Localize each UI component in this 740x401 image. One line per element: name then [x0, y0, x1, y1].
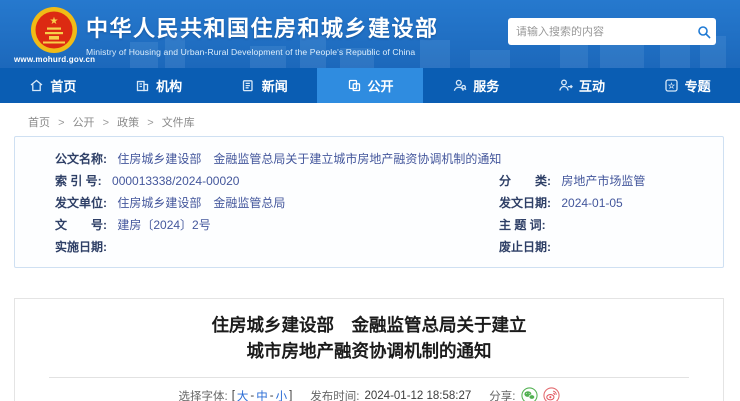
interaction-icon	[558, 78, 573, 93]
publish-time-value: 2024-01-12 18:58:27	[364, 389, 472, 401]
font-size-separator: -	[250, 389, 255, 401]
breadcrumb-disclosure[interactable]: 公开	[73, 117, 95, 129]
service-icon	[452, 78, 467, 93]
meta-label: 发文日期:	[499, 196, 551, 210]
nav-item-news[interactable]: 新闻	[211, 68, 317, 103]
search-input[interactable]	[508, 25, 692, 38]
article-title: 住房城乡建设部 金融监管总局关于建立 城市房地产融资协调机制的通知	[15, 312, 723, 364]
meta-label: 分 类:	[499, 174, 551, 188]
meta-label: 废止日期:	[499, 240, 551, 254]
font-size-separator: -	[269, 389, 274, 401]
breadcrumb-separator: >	[102, 117, 110, 129]
meta-value: 000013338/2024-00020	[112, 174, 240, 188]
meta-value: 住房城乡建设部 金融监管总局关于建立城市房地产融资协调机制的通知	[117, 152, 502, 166]
meta-value: 房地产市场监管	[561, 174, 646, 188]
search-box	[508, 18, 716, 45]
nav-item-services[interactable]: 服务	[423, 68, 529, 103]
document-meta-panel: 公文名称: 住房城乡建设部 金融监管总局关于建立城市房地产融资协调机制的通知 索…	[14, 136, 724, 268]
meta-row-number-keywords: 文 号: 建房〔2024〕2号 主 题 词:	[15, 214, 723, 236]
meta-value: 建房〔2024〕2号	[117, 218, 211, 232]
breadcrumb-separator: >	[58, 117, 65, 129]
svg-text:☆: ☆	[668, 81, 676, 90]
meta-label: 发文单位:	[55, 196, 107, 210]
article-panel: 住房城乡建设部 金融监管总局关于建立 城市房地产融资协调机制的通知 选择字体: …	[14, 298, 724, 401]
font-size-large-button[interactable]: 大	[237, 388, 249, 401]
font-size-medium-button[interactable]: 中	[256, 388, 268, 401]
weibo-share-icon[interactable]	[542, 387, 560, 401]
national-emblem: ★	[31, 7, 77, 53]
meta-label: 索 引 号:	[55, 174, 102, 188]
site-url: www.mohurd.gov.cn	[14, 55, 96, 64]
breadcrumb-home[interactable]: 首页	[28, 117, 50, 129]
disclosure-icon	[347, 78, 362, 93]
nav-item-disclosure[interactable]: 公开	[317, 68, 423, 103]
breadcrumb-separator: >	[147, 117, 154, 129]
meta-label: 公文名称:	[55, 152, 107, 166]
nav-item-interaction[interactable]: 互动	[529, 68, 635, 103]
bracket-close: ]	[289, 389, 293, 401]
meta-value: 住房城乡建设部 金融监管总局	[117, 196, 286, 210]
svg-text:★: ★	[50, 16, 59, 27]
nav-item-label: 公开	[367, 79, 394, 94]
nav-item-label: 首页	[50, 79, 77, 94]
nav-item-label: 专题	[684, 79, 711, 94]
meta-label: 实施日期:	[55, 240, 107, 254]
topics-icon: ☆	[664, 78, 679, 93]
home-icon	[29, 78, 44, 93]
nav-item-orgs[interactable]: 机构	[106, 68, 212, 103]
site-title: 中华人民共和国住房和城乡建设部	[86, 16, 439, 41]
nav-item-topics[interactable]: ☆ 专题	[634, 68, 740, 103]
site-header: ★ www.mohurd.gov.cn 中华人民共和国住房和城乡建设部 Mini…	[0, 0, 740, 68]
breadcrumb: 首页 > 公开 > 政策 > 文件库	[28, 114, 195, 130]
nav-item-label: 互动	[578, 79, 605, 94]
article-title-line2: 城市房地产融资协调机制的通知	[246, 341, 492, 361]
meta-label: 主 题 词:	[499, 218, 546, 232]
news-icon	[241, 78, 256, 93]
meta-row-index-category: 索 引 号: 000013338/2024-00020 分 类: 房地产市场监管	[15, 170, 723, 192]
meta-row-doc-name: 公文名称: 住房城乡建设部 金融监管总局关于建立城市房地产融资协调机制的通知	[15, 148, 723, 170]
meta-value: 2024-01-05	[561, 196, 623, 210]
font-size-label: 选择字体:	[178, 390, 228, 401]
meta-label: 文 号:	[55, 218, 107, 232]
nav-item-label: 新闻	[261, 79, 288, 94]
breadcrumb-file-library[interactable]: 文件库	[162, 117, 195, 129]
article-title-line1: 住房城乡建设部 金融监管总局关于建立	[211, 315, 527, 335]
site-title-block: 中华人民共和国住房和城乡建设部 Ministry of Housing and …	[86, 11, 439, 57]
nav-item-home[interactable]: 首页	[0, 68, 106, 103]
breadcrumb-policy[interactable]: 政策	[117, 117, 139, 129]
bracket-open: [	[231, 389, 235, 401]
nav-item-label: 机构	[156, 79, 183, 94]
meta-row-issuer-date: 发文单位: 住房城乡建设部 金融监管总局 发文日期: 2024-01-05	[15, 192, 723, 214]
article-toolbar: 选择字体: [ 大 - 中 - 小 ] 发布时间: 2024-01-12 18:…	[15, 387, 723, 401]
publish-time-label: 发布时间:	[310, 390, 360, 401]
wechat-share-icon[interactable]	[520, 387, 538, 401]
font-size-small-button[interactable]: 小	[276, 388, 288, 401]
nav-item-label: 服务	[473, 79, 500, 94]
site-subtitle: Ministry of Housing and Urban-Rural Deve…	[86, 47, 416, 57]
share-label: 分享:	[489, 390, 516, 401]
building-icon	[135, 78, 150, 93]
search-icon[interactable]	[692, 18, 716, 45]
main-nav: 首页 机构 新闻 公开 服务 互动 ☆ 专题	[0, 68, 740, 103]
meta-row-effective-expiry: 实施日期: 废止日期:	[15, 236, 723, 258]
article-divider	[49, 377, 689, 378]
